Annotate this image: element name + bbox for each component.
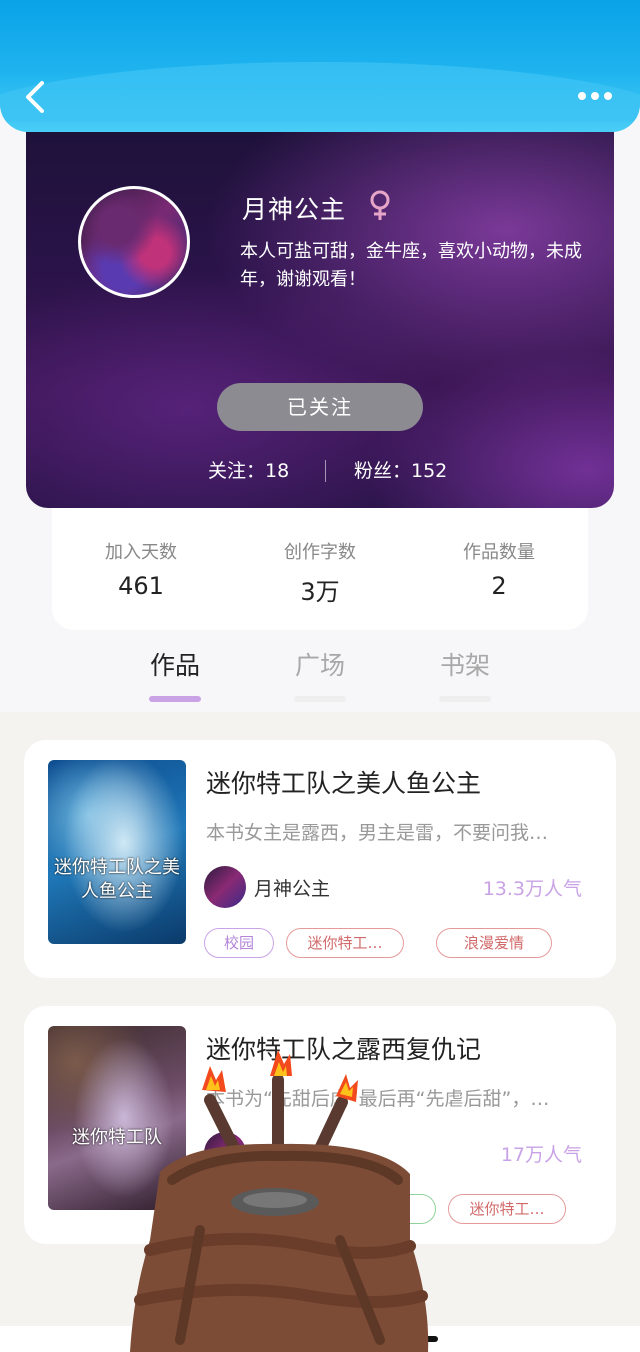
profile-card: 月神公主 本人可盐可甜，金牛座，喜欢小动物，未成年，谢谢观看！ 已关注 关注：1… <box>26 110 614 508</box>
profile-bio: 本人可盐可甜，金牛座，喜欢小动物，未成年，谢谢观看！ <box>240 241 582 290</box>
stat-label: 创作字数 <box>284 542 356 563</box>
tab-bookshelf[interactable]: 书架 <box>425 646 505 702</box>
tab-underline <box>294 696 346 702</box>
female-icon <box>370 190 390 220</box>
tab-label: 广场 <box>294 651 345 680</box>
stat-value: 2 <box>491 572 507 600</box>
author-avatar[interactable] <box>204 866 246 908</box>
stats-divider <box>325 460 326 482</box>
avatar[interactable] <box>78 186 190 298</box>
popularity-count: 17万人气 <box>500 1144 582 1166</box>
stat-label: 作品数量 <box>463 542 535 563</box>
tab-underline <box>149 696 201 702</box>
incense-pot-sticker <box>130 1050 429 1352</box>
book-description: 本书女主是露西，男主是雷，不要问我… <box>206 822 549 844</box>
tab-label: 书架 <box>439 651 490 680</box>
chevron-left-icon[interactable] <box>22 80 50 114</box>
tag-chip[interactable]: 校园 <box>204 928 274 958</box>
header-wave <box>0 62 640 122</box>
tab-label: 作品 <box>149 651 200 680</box>
author-name[interactable]: 月神公主 <box>254 874 330 901</box>
tag-chip[interactable]: 浪漫爱情 <box>436 928 552 958</box>
stat-label: 加入天数 <box>105 542 177 563</box>
stat-word-count: 创作字数 3万 <box>231 538 409 607</box>
book-card[interactable]: 迷你特工队之美人鱼公主 迷你特工队之美人鱼公主 本书女主是露西，男主是雷，不要问… <box>24 740 616 978</box>
tag-chip[interactable]: 迷你特工… <box>286 928 404 958</box>
profile-name: 月神公主 <box>242 195 347 224</box>
stat-value: 461 <box>118 572 164 600</box>
stat-value: 3万 <box>300 578 340 606</box>
tab-bar: 作品 广场 书架 <box>0 642 640 708</box>
cover-title: 迷你特工队之美人鱼公主 <box>54 857 180 902</box>
fans-count[interactable]: 粉丝：152 <box>354 456 447 486</box>
more-icon[interactable] <box>578 92 614 104</box>
header-bar <box>0 0 640 132</box>
follow-stats: 关注：18 粉丝：152 <box>26 456 614 486</box>
popularity-count: 13.3万人气 <box>482 878 582 900</box>
following-count[interactable]: 关注：18 <box>208 456 289 486</box>
tab-underline <box>439 696 491 702</box>
tab-works[interactable]: 作品 <box>135 646 215 702</box>
tag-chip[interactable]: 迷你特工… <box>448 1194 566 1224</box>
book-title[interactable]: 迷你特工队之美人鱼公主 <box>206 764 481 800</box>
stat-join-days: 加入天数 461 <box>52 538 230 600</box>
book-cover[interactable]: 迷你特工队之美人鱼公主 <box>48 760 186 944</box>
stat-works-count: 作品数量 2 <box>410 538 588 600</box>
tab-plaza[interactable]: 广场 <box>280 646 360 702</box>
stats-card: 加入天数 461 创作字数 3万 作品数量 2 <box>52 508 588 630</box>
follow-button[interactable]: 已关注 <box>217 383 423 431</box>
